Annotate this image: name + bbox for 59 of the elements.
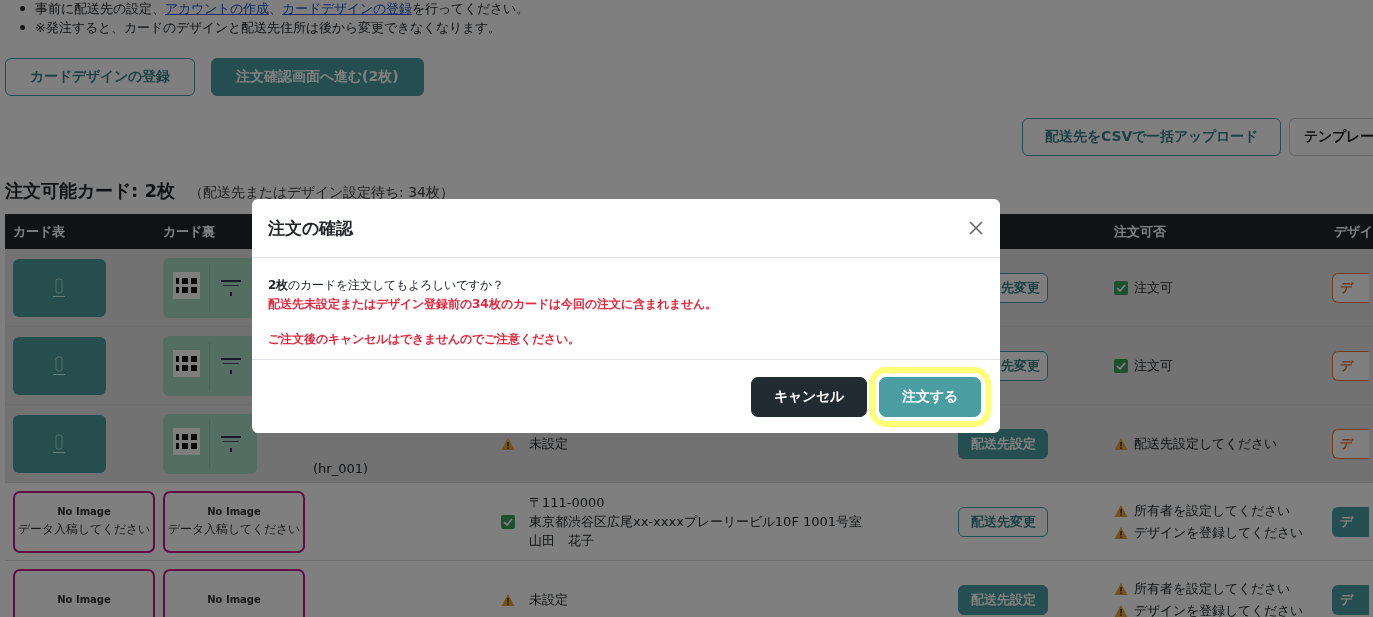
warning-icon bbox=[1114, 503, 1128, 518]
status-text: 所有者を設定してください bbox=[1134, 501, 1290, 520]
set-address-button[interactable]: 配送先設定 bbox=[958, 428, 1048, 459]
placeholder-title: No Image bbox=[207, 505, 261, 517]
placeholder-title: No Image bbox=[207, 594, 261, 605]
warning-message: 配送先未設定またはデザイン登録前の34枚のカードは今回の注文に含まれません。 bbox=[268, 296, 718, 313]
note-text: 事前に配送先の設定、アカウントの作成、カードデザインの登録を行ってください。 bbox=[35, 0, 529, 18]
csv-upload-button[interactable]: 配送先をCSVで一括アップロード bbox=[1022, 118, 1282, 156]
change-address-button[interactable]: 配送先変更 bbox=[958, 506, 1048, 537]
placeholder-note: データ入稿してください bbox=[168, 520, 300, 538]
checkbox-icon bbox=[1114, 358, 1128, 373]
warning-icon bbox=[1114, 603, 1128, 617]
placeholder-title: No Image bbox=[57, 505, 111, 517]
column-header: カード裏 bbox=[163, 222, 215, 241]
note-link[interactable]: アカウントの作成 bbox=[165, 0, 269, 16]
register-design-button[interactable]: カードデザインの登録 bbox=[5, 58, 195, 96]
column-header: デザイ bbox=[1334, 222, 1373, 241]
section-title: 注文可能カード: 2枚 bbox=[5, 179, 175, 203]
set-address-button[interactable]: 配送先設定 bbox=[958, 584, 1048, 615]
note-text: ※発注すると、カードのデザインと配送先住所は後から変更できなくなります。 bbox=[35, 18, 501, 37]
address-line: 未設定 bbox=[529, 591, 568, 609]
warning-message: ご注文後のキャンセルはできませんのでご注意ください。 bbox=[268, 331, 581, 348]
checkbox-icon bbox=[501, 514, 515, 529]
bullet-icon bbox=[20, 25, 25, 30]
address-line: 〒111-0000 bbox=[529, 494, 606, 512]
status-text: 配送先設定してください bbox=[1134, 434, 1277, 453]
dialog-message: 2枚のカードを注文してもよろしいですか？ bbox=[268, 277, 506, 294]
column-header: 注文可否 bbox=[1114, 222, 1166, 241]
warning-icon bbox=[1114, 581, 1128, 596]
status-text: デザインを登録してください bbox=[1134, 601, 1303, 617]
proceed-button[interactable]: 注文確認画面へ進む(2枚) bbox=[211, 58, 424, 96]
note-link[interactable]: カードデザインの登録 bbox=[282, 0, 412, 16]
close-icon bbox=[968, 220, 984, 236]
placeholder-title: No Image bbox=[57, 594, 111, 605]
address-line: 山田 花子 bbox=[529, 532, 595, 550]
status-text: デザインを登録してください bbox=[1134, 523, 1303, 542]
placeholder-note: データ入稿してください bbox=[18, 520, 150, 538]
warning-icon bbox=[501, 436, 515, 451]
column-header: カード表 bbox=[13, 222, 65, 241]
design-button[interactable]: デ bbox=[1332, 506, 1369, 537]
status-text: 注文可 bbox=[1134, 278, 1173, 297]
address-line: 東京都渋谷区広尾xx-xxxxプレーリービル10F 1001号室 bbox=[529, 513, 863, 531]
pending-count: （配送先またはデザイン設定待ち: 34枚） bbox=[189, 184, 454, 202]
card-code: (hr_001) bbox=[313, 461, 369, 476]
design-button[interactable]: デ bbox=[1332, 428, 1369, 459]
design-button[interactable]: デ bbox=[1332, 272, 1369, 303]
bullet-icon bbox=[20, 6, 25, 11]
cancel-button[interactable]: キャンセル bbox=[751, 376, 867, 417]
design-button[interactable]: デ bbox=[1332, 350, 1369, 381]
address-line: 未設定 bbox=[529, 435, 568, 453]
warning-icon bbox=[1114, 436, 1128, 451]
warning-icon bbox=[501, 592, 515, 607]
dialog-title: 注文の確認 bbox=[268, 216, 353, 240]
design-button[interactable]: デ bbox=[1332, 584, 1369, 615]
template-button[interactable]: テンプレー bbox=[1289, 118, 1373, 156]
warning-icon bbox=[1114, 525, 1128, 540]
checkbox-icon bbox=[1114, 280, 1128, 295]
status-text: 注文可 bbox=[1134, 356, 1173, 375]
status-text: 所有者を設定してください bbox=[1134, 579, 1290, 598]
